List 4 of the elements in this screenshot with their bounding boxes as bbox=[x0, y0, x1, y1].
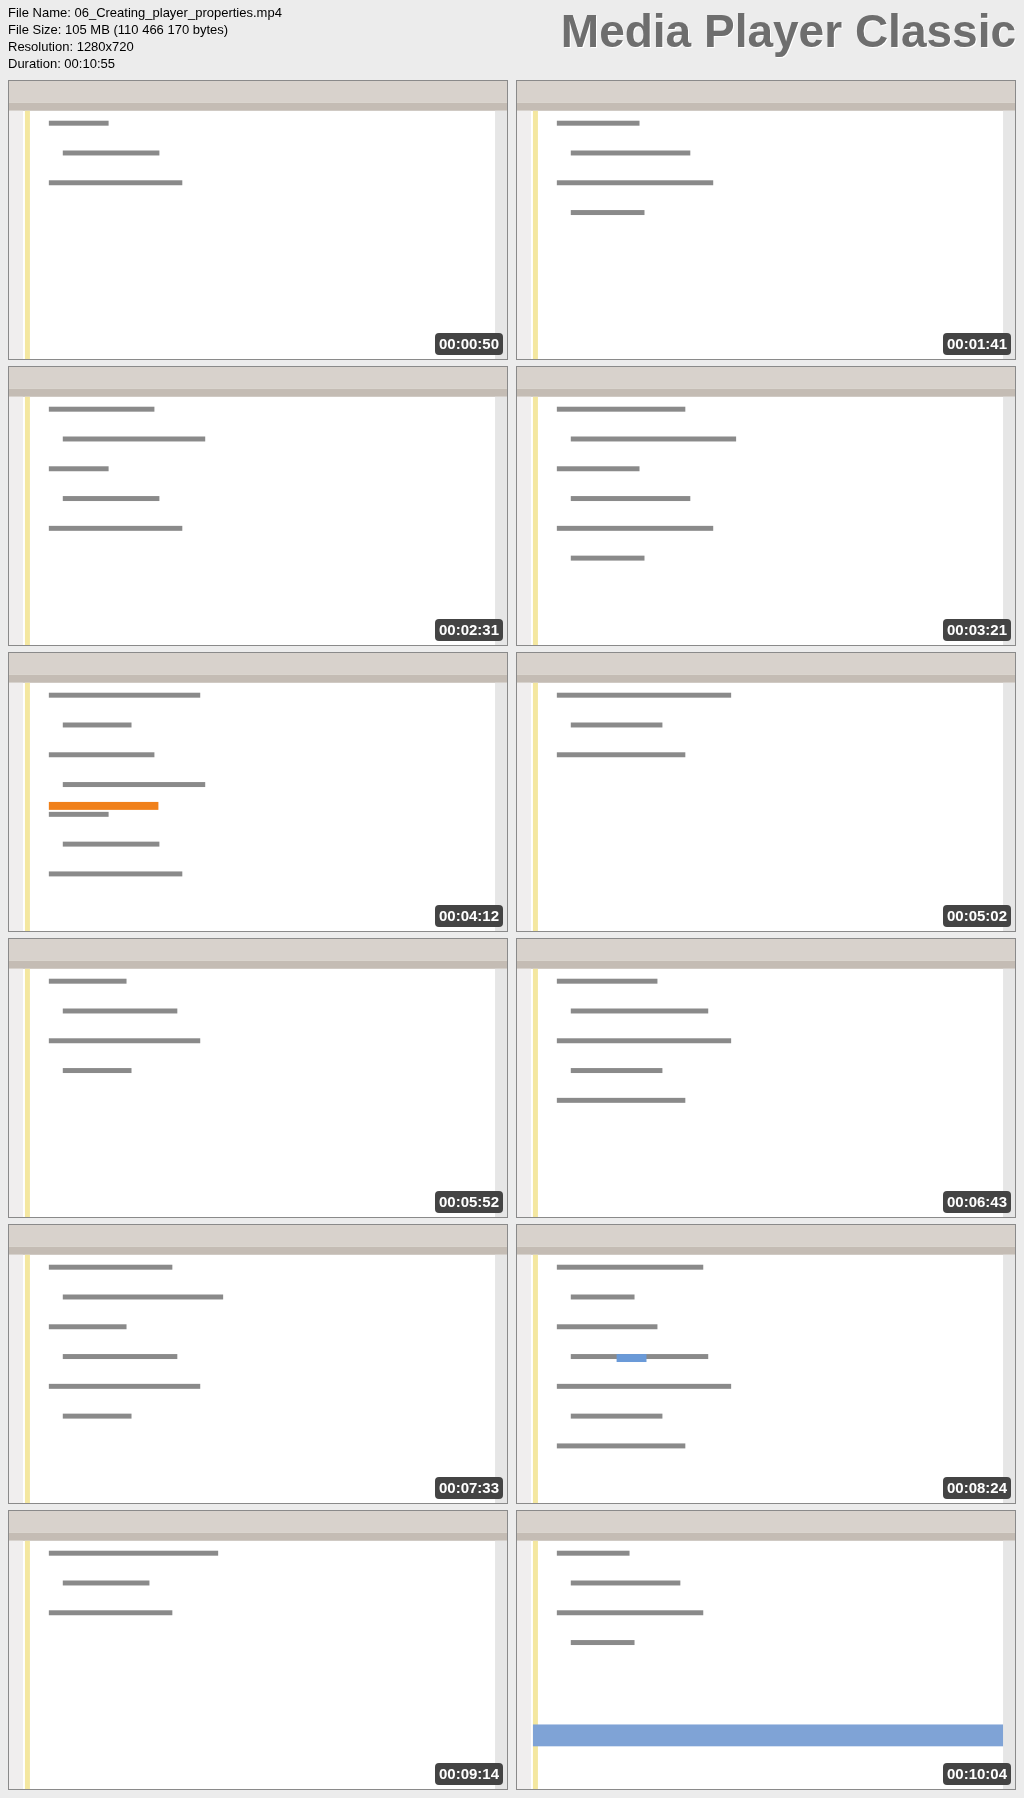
file-info-line: Resolution: 1280x720 bbox=[8, 38, 135, 55]
file-info-line: File Name: 06_Creating_player_properties.mp4 bbox=[8, 4, 282, 21]
file-info-line: File Size: 105 MB (110 466 170 bytes) bbox=[8, 21, 230, 38]
file-info-line: Duration: 00:10:55 bbox=[8, 55, 116, 72]
